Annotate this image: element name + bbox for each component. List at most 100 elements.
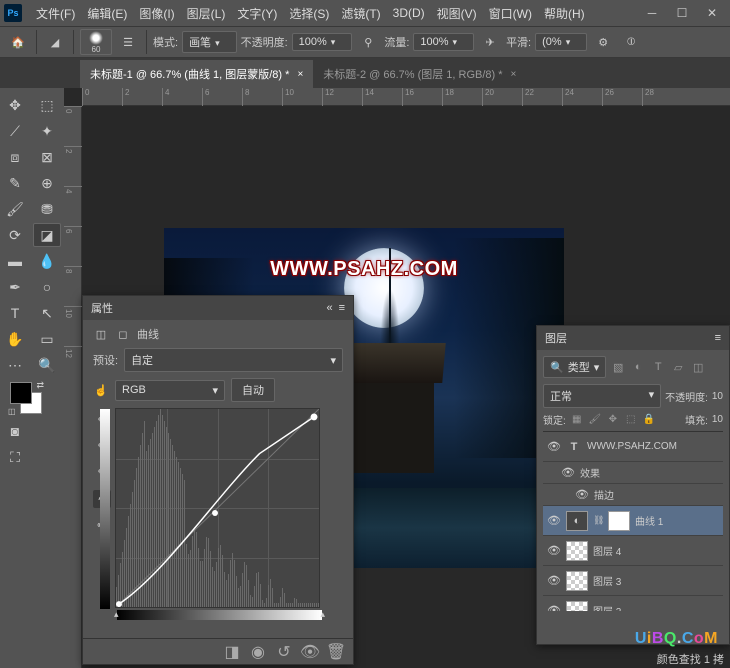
layer-name[interactable]: 图层 3 xyxy=(593,573,621,588)
menu-window[interactable]: 窗口(W) xyxy=(483,5,538,22)
opacity-select[interactable]: 100% xyxy=(292,33,353,51)
pen-tool[interactable]: ✒ xyxy=(1,275,29,299)
lock-pixels-icon[interactable]: 🖌 xyxy=(588,413,602,427)
finger-icon[interactable]: ☝ xyxy=(93,382,109,398)
layer-effect-stroke[interactable]: 👁 描边 xyxy=(543,484,723,506)
panel-menu-icon[interactable]: ≡ xyxy=(339,302,345,314)
link-icon[interactable]: ⛓ xyxy=(593,515,603,526)
blend-mode-select[interactable]: 正常▾ xyxy=(543,384,661,408)
visibility-icon[interactable]: 👁 xyxy=(547,544,561,558)
filter-adj-icon[interactable]: ◐ xyxy=(630,359,646,375)
visibility-icon[interactable]: 👁 xyxy=(547,514,561,528)
brush-tool[interactable]: 🖌 xyxy=(1,197,29,221)
blend-mode-select[interactable]: 画笔 xyxy=(182,31,237,53)
marquee-tool[interactable]: ⬚ xyxy=(33,93,61,117)
zoom-tool[interactable]: 🔍 xyxy=(33,353,61,377)
edit-toolbar[interactable]: ⋯ xyxy=(1,353,29,377)
input-gradient[interactable]: ▴ ▴ xyxy=(117,610,322,620)
menu-select[interactable]: 选择(S) xyxy=(283,5,335,22)
type-tool[interactable]: T xyxy=(1,301,29,325)
airbrush-icon[interactable]: ✈ xyxy=(478,30,502,54)
tab-active[interactable]: 未标题-1 @ 66.7% (曲线 1, 图层蒙版/8) * × xyxy=(80,60,313,88)
layer-name[interactable]: WWW.PSAHZ.COM xyxy=(587,441,677,452)
layer-item[interactable]: 👁 图层 3 xyxy=(543,566,723,596)
opacity-value[interactable]: 10 xyxy=(712,391,723,402)
panel-header[interactable]: 图层 ≡ xyxy=(537,326,729,350)
eyedropper-tool[interactable]: ✎ xyxy=(1,171,29,195)
visibility-icon[interactable]: 👁 xyxy=(561,466,575,480)
menu-edit[interactable]: 编辑(E) xyxy=(81,5,133,22)
auto-button[interactable]: 自动 xyxy=(231,378,275,402)
path-tool[interactable]: ↖ xyxy=(33,301,61,325)
layer-name[interactable]: 图层 4 xyxy=(593,543,621,558)
wand-tool[interactable]: ✦ xyxy=(33,119,61,143)
filter-smart-icon[interactable]: ◫ xyxy=(690,359,706,375)
layer-thumb[interactable] xyxy=(566,571,588,591)
eraser-tool[interactable]: ◪ xyxy=(33,223,61,247)
lock-artboard-icon[interactable]: ⬚ xyxy=(624,413,638,427)
mask-thumb[interactable] xyxy=(608,511,630,531)
layer-name[interactable]: 曲线 1 xyxy=(635,513,663,528)
filter-type-icon[interactable]: T xyxy=(650,359,666,375)
lock-all-icon[interactable]: 🔒 xyxy=(642,413,656,427)
menu-view[interactable]: 视图(V) xyxy=(431,5,483,22)
home-icon[interactable]: 🏠 xyxy=(6,30,30,54)
panel-header[interactable]: 属性 « ≡ xyxy=(83,296,353,320)
ruler-horizontal[interactable]: 0246810121416182022242628 xyxy=(82,88,730,106)
ruler-vertical[interactable]: 024681012 xyxy=(64,106,82,668)
menu-3d[interactable]: 3D(D) xyxy=(387,6,431,20)
screenmode-tool[interactable]: ⛶ xyxy=(1,445,29,469)
filter-shape-icon[interactable]: ▱ xyxy=(670,359,686,375)
fill-value[interactable]: 10 xyxy=(712,414,723,425)
menu-layer[interactable]: 图层(L) xyxy=(181,5,232,22)
adj-thumb[interactable]: ◐ xyxy=(566,511,588,531)
shape-tool[interactable]: ▭ xyxy=(33,327,61,351)
layer-item-curves[interactable]: 👁 ◐ ⛓ 曲线 1 xyxy=(543,506,723,536)
frame-tool[interactable]: ⊠ xyxy=(33,145,61,169)
clip-icon[interactable]: ◨ xyxy=(223,643,241,661)
tab-close-icon[interactable]: × xyxy=(297,69,303,80)
hand-tool[interactable]: ✋ xyxy=(1,327,29,351)
layer-thumb[interactable] xyxy=(566,541,588,561)
move-tool[interactable]: ✥ xyxy=(1,93,29,117)
menu-file[interactable]: 文件(F) xyxy=(30,5,81,22)
tab-close-icon[interactable]: × xyxy=(511,69,517,80)
visibility-icon[interactable]: 👁 xyxy=(547,604,561,612)
visibility-icon[interactable]: 👁 xyxy=(547,440,561,454)
flow-select[interactable]: 100% xyxy=(413,33,474,51)
layer-name[interactable]: 图层 2 xyxy=(593,603,621,611)
close-button[interactable]: ✕ xyxy=(698,3,726,23)
brush-panel-icon[interactable]: ☰ xyxy=(116,30,140,54)
maximize-button[interactable]: ☐ xyxy=(668,3,696,23)
curves-graph[interactable] xyxy=(115,408,320,608)
pressure-opacity-icon[interactable]: ⚲ xyxy=(356,30,380,54)
healing-tool[interactable]: ⊕ xyxy=(33,171,61,195)
filter-image-icon[interactable]: ▧ xyxy=(610,359,626,375)
stamp-tool[interactable]: ⛃ xyxy=(33,197,61,221)
symmetry-icon[interactable]: ⦶ xyxy=(619,30,643,54)
visibility-icon[interactable]: 👁 xyxy=(301,643,319,661)
black-point-slider[interactable]: ▴ xyxy=(114,609,119,620)
view-previous-icon[interactable]: ◉ xyxy=(249,643,267,661)
layer-effects[interactable]: 👁 效果 xyxy=(543,462,723,484)
layer-thumb[interactable] xyxy=(566,601,588,612)
menu-help[interactable]: 帮助(H) xyxy=(538,5,591,22)
dodge-tool[interactable]: ○ xyxy=(33,275,61,299)
panel-collapse-icon[interactable]: « xyxy=(326,302,332,314)
gear-icon[interactable]: ⚙ xyxy=(591,30,615,54)
menu-filter[interactable]: 滤镜(T) xyxy=(335,5,386,22)
history-brush-tool[interactable]: ⟳ xyxy=(1,223,29,247)
swap-colors-icon[interactable]: ⇄ xyxy=(36,380,44,391)
lasso-tool[interactable]: ⟋ xyxy=(1,119,29,143)
crop-tool[interactable]: ⧈ xyxy=(1,145,29,169)
channel-select[interactable]: RGB▾ xyxy=(115,380,225,401)
white-point-slider[interactable]: ▴ xyxy=(320,609,325,620)
menu-image[interactable]: 图像(I) xyxy=(133,5,180,22)
layer-filter-select[interactable]: 🔍类型▾ xyxy=(543,356,606,378)
brush-tool-icon[interactable]: ◢ xyxy=(43,30,67,54)
color-swatches[interactable]: ⇄ ◫ xyxy=(10,382,42,414)
foreground-color[interactable] xyxy=(10,382,32,404)
quickmask-tool[interactable]: ◙ xyxy=(1,419,29,443)
brush-preset-picker[interactable]: 60 xyxy=(80,29,112,55)
gradient-tool[interactable]: ▬ xyxy=(1,249,29,273)
